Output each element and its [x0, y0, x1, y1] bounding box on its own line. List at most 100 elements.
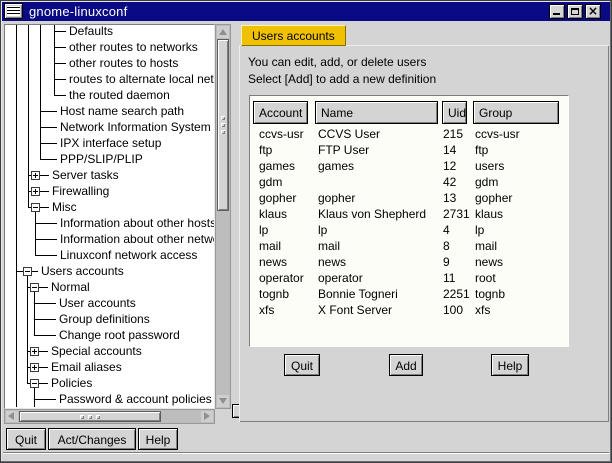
horizontal-scrollbar-thumb[interactable] [19, 411, 161, 422]
tree-item-information-about-other-hosts[interactable]: Information about other hosts [5, 215, 215, 231]
cell-uid: 11 [443, 271, 455, 285]
column-header-account[interactable]: Account [253, 101, 308, 124]
tab-users-accounts[interactable]: Users accounts [241, 25, 346, 46]
tree-item-ppp-slip-plip[interactable]: PPP/SLIP/PLIP [5, 151, 215, 167]
column-header-name[interactable]: Name [315, 101, 438, 124]
quit-button[interactable]: Quit [6, 428, 46, 450]
user-row-lp[interactable]: lplp4lp [250, 222, 568, 238]
tree-item-other-routes-to-hosts[interactable]: other routes to hosts [5, 55, 215, 71]
tree-item-label: Information about other hosts [60, 216, 215, 230]
tree-item-email-aliases[interactable]: Email aliases [5, 359, 215, 375]
cell-account: xfs [259, 303, 274, 317]
tree-item-label: Normal [51, 280, 90, 294]
users-table: Account NameUid Group ccvs-usrCCVS User215… [249, 95, 569, 347]
user-row-tognb[interactable]: tognbBonnie Togneri2251tognb [250, 286, 568, 302]
cell-account: games [259, 159, 295, 173]
tree-item-policies[interactable]: Policies [5, 375, 215, 391]
tree-item-ipx-interface-setup[interactable]: IPX interface setup [5, 135, 215, 151]
help-button[interactable]: Help [138, 428, 178, 450]
tree-item-label: Email aliases [51, 360, 122, 374]
tree-item-linuxconf-network-access[interactable]: Linuxconf network access [5, 247, 215, 263]
cell-account: ccvs-usr [259, 127, 304, 141]
user-row-klaus[interactable]: klausKlaus von Shepherd2731klaus [250, 206, 568, 222]
cell-uid: 2251 [443, 287, 470, 301]
intro-line-1: You can edit, add, or delete users [248, 55, 426, 69]
cell-group: users [475, 159, 504, 173]
user-row-ccvs-usr[interactable]: ccvs-usrCCVS User215ccvs-usr [250, 126, 568, 142]
user-row-ftp[interactable]: ftpFTP User14ftp [250, 142, 568, 158]
cell-uid: 8 [443, 239, 450, 253]
scroll-left-arrow-icon[interactable] [6, 411, 18, 422]
scrollbar-grip-dot [80, 415, 84, 419]
status-bar [3, 452, 609, 460]
help-button[interactable]: Help [491, 354, 529, 376]
user-row-gdm[interactable]: gdm42gdm [250, 174, 568, 190]
tree-item-routes-to-alternate-local-nets[interactable]: routes to alternate local nets [5, 71, 215, 87]
cell-group: gopher [475, 191, 512, 205]
column-header-uid[interactable]: Uid [442, 101, 467, 124]
cell-account: klaus [259, 207, 287, 221]
tree-item-misc[interactable]: Misc [5, 199, 215, 215]
cell-group: ftp [475, 143, 488, 157]
tree-item-label: Users accounts [41, 264, 124, 278]
user-row-xfs[interactable]: xfsX Font Server100xfs [250, 302, 568, 318]
tree-item-network-information-system[interactable]: Network Information System [5, 119, 215, 135]
tree-item-special-accounts[interactable]: Special accounts [5, 343, 215, 359]
tree-item-change-root-password[interactable]: Change root password [5, 327, 215, 343]
close-button[interactable]: × [585, 4, 601, 19]
tree-item-label: Password & account policies [59, 392, 212, 406]
cell-name: Klaus von Shepherd [318, 207, 426, 221]
user-row-operator[interactable]: operatoroperator11root [250, 270, 568, 286]
tree-item-password-account-policies[interactable]: Password & account policies [5, 391, 215, 407]
tree-item-label: Information about other networks [60, 232, 215, 246]
tree-item-defaults[interactable]: Defaults [5, 24, 215, 39]
tree-item-firewalling[interactable]: Firewalling [5, 183, 215, 199]
tree-item-group-definitions[interactable]: Group definitions [5, 311, 215, 327]
tree-item-normal[interactable]: Normal [5, 279, 215, 295]
tree-item-server-tasks[interactable]: Server tasks [5, 167, 215, 183]
cell-group: ccvs-usr [475, 127, 520, 141]
collapse-minus-icon [31, 203, 40, 212]
scrollbar-grip-dot [88, 415, 92, 419]
vertical-scrollbar-thumb[interactable] [217, 39, 229, 211]
tree-item-label: Network Information System [60, 120, 211, 134]
user-row-mail[interactable]: mailmail8mail [250, 238, 568, 254]
scroll-up-arrow-icon[interactable] [217, 26, 229, 38]
cell-uid: 9 [443, 255, 450, 269]
cell-name: mail [318, 239, 340, 253]
scroll-right-arrow-icon[interactable] [201, 411, 213, 422]
scroll-down-arrow-icon[interactable] [217, 395, 229, 407]
user-row-games[interactable]: gamesgames12users [250, 158, 568, 174]
tree-item-the-routed-daemon[interactable]: the routed daemon [5, 87, 215, 103]
cell-group: news [475, 255, 503, 269]
tree-horizontal-scrollbar[interactable] [4, 409, 215, 424]
minimize-button[interactable] [549, 4, 565, 19]
add-button[interactable]: Add [389, 354, 423, 376]
cell-group: gdm [475, 175, 498, 189]
cell-name: gopher [318, 191, 355, 205]
users-accounts-panel: You can edit, add, or delete users Selec… [239, 45, 609, 422]
cell-uid: 100 [443, 303, 463, 317]
tree-item-information-about-other-networks[interactable]: Information about other networks [5, 231, 215, 247]
cell-account: operator [259, 271, 304, 285]
tree-vertical-scrollbar[interactable] [215, 24, 231, 409]
user-row-news[interactable]: newsnews9news [250, 254, 568, 270]
tree-item-other-routes-to-networks[interactable]: other routes to networks [5, 39, 215, 55]
tree-item-user-accounts[interactable]: User accounts [5, 295, 215, 311]
tree-item-users-accounts[interactable]: Users accounts [5, 263, 215, 279]
cell-group: root [475, 271, 496, 285]
tree-item-label: the routed daemon [69, 88, 170, 102]
column-header-group[interactable]: Group [473, 101, 559, 124]
minimize-icon [553, 13, 560, 15]
tree-item-host-name-search-path[interactable]: Host name search path [5, 103, 215, 119]
tree-item-label: Special accounts [51, 344, 142, 358]
titlebar: gnome-linuxconf × [2, 2, 610, 21]
maximize-button[interactable] [567, 4, 583, 19]
act-changes-button[interactable]: Act/Changes [48, 428, 136, 450]
cell-name: FTP User [318, 143, 369, 157]
window-menu-icon[interactable] [4, 3, 23, 19]
user-row-gopher[interactable]: gophergopher13gopher [250, 190, 568, 206]
tree-item-label: Policies [51, 376, 92, 390]
quit-button[interactable]: Quit [284, 354, 320, 376]
cell-account: tognb [259, 287, 289, 301]
